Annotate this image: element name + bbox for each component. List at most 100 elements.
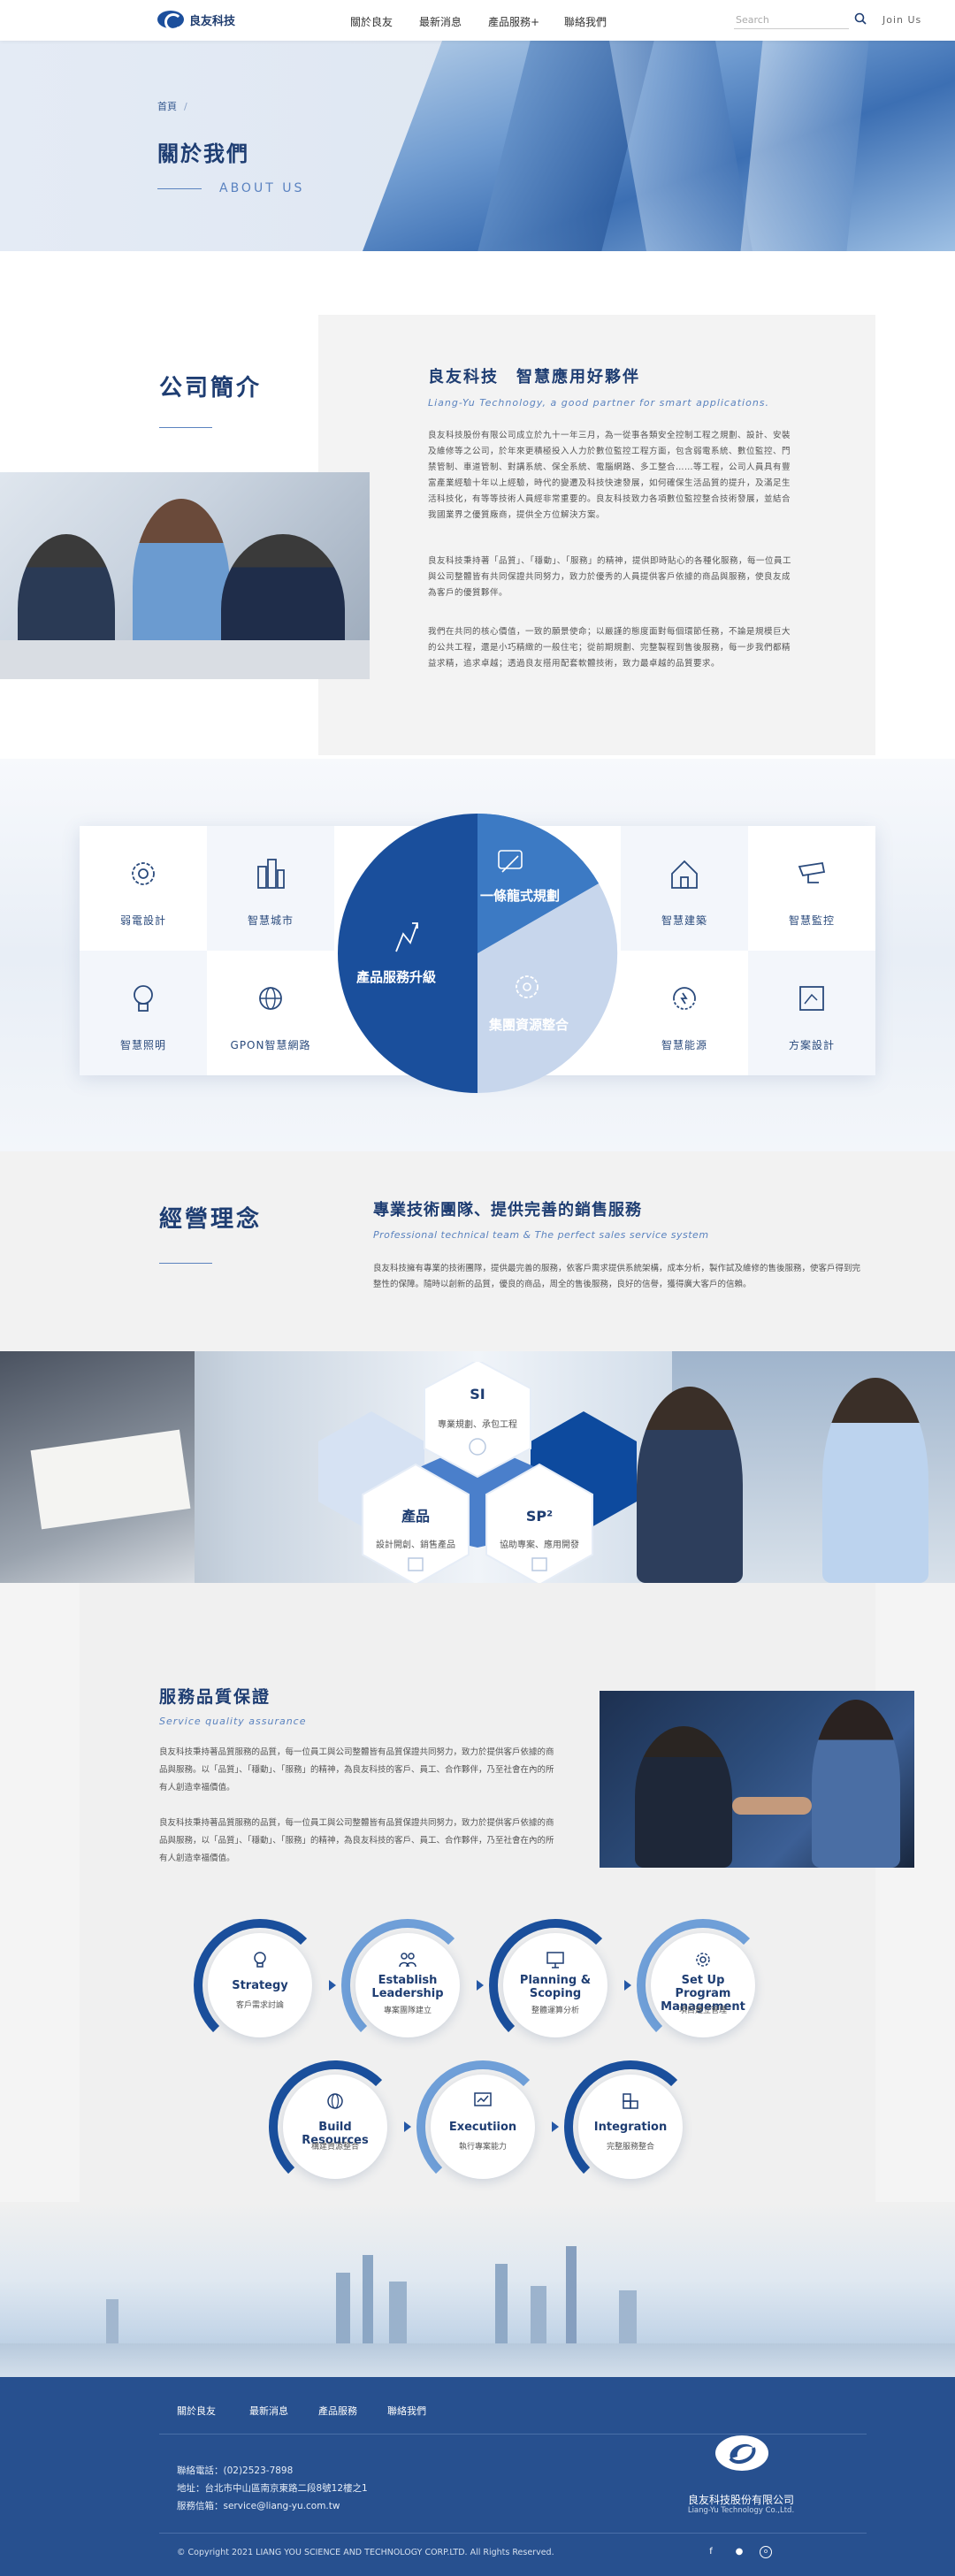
hex-product-title: 產品 (401, 1508, 430, 1525)
smart-house-icon (671, 860, 698, 889)
hex-si-title: SI (470, 1386, 485, 1403)
philosophy-section (0, 1151, 955, 1351)
chart-board-icon (474, 2092, 492, 2106)
brand-mark-icon (157, 11, 184, 31)
quality-paragraph-1: 良友科技秉持著品質服務的品質，每一位員工與公司整體皆有品質保證共同努力，致力於提… (159, 1747, 554, 1792)
step-title: Planning & Scoping (519, 1974, 592, 2000)
hex-si-text: 專業規劃、承包工程 (438, 1418, 517, 1430)
pie-label-upgrade: 產品服務升級 (355, 969, 436, 985)
step-subtitle: 完整服務整合 (606, 2143, 654, 2152)
search-icon[interactable] (854, 12, 867, 25)
gear-icon (696, 1953, 710, 1967)
pie-slice-upgrade[interactable] (338, 814, 478, 1093)
facebook-icon[interactable]: f (703, 2544, 719, 2560)
step-title: Integration (593, 2121, 668, 2134)
lightbulb-icon (254, 1952, 266, 1968)
step-title: Strategy (232, 1979, 288, 1992)
philosophy-title: 專業技術團隊、提供完善的銷售服務 (373, 1201, 642, 1219)
service-smart-lighting[interactable]: 智慧照明 (80, 951, 207, 1075)
brand-logo[interactable]: 良友科技 (157, 11, 235, 31)
service-solution-design[interactable]: 方案設計 (748, 951, 875, 1075)
search-input[interactable]: Search (734, 11, 849, 29)
blueprint-icon (799, 986, 824, 1011)
instagram-icon[interactable]: o (760, 2546, 772, 2558)
service-label: 智慧建築 (661, 914, 707, 927)
footer-logo-icon (715, 2435, 768, 2471)
arrow-right-icon (404, 2121, 411, 2132)
step-subtitle: 項目建立管理 (678, 2007, 727, 2015)
nav-news[interactable]: 最新消息 (419, 14, 462, 29)
city-buildings-icon (257, 859, 285, 889)
light-bulb-icon (134, 985, 153, 1012)
gear-circuit-icon (132, 862, 155, 885)
service-smart-city[interactable]: 智慧城市 (207, 826, 334, 951)
site-footer (0, 2377, 955, 2576)
footer-company-en: Liang-Yu Technology Co.,Ltd. (687, 2506, 795, 2515)
step-title: Establish Leadership (371, 1974, 444, 2000)
arrow-right-icon (552, 2121, 559, 2132)
arrow-right-icon (624, 1980, 631, 1991)
page-title: 關於我們 (157, 141, 249, 166)
quality-paragraph-2: 良友科技秉持著品質服務的品質，每一位員工與公司整體皆有品質保證共同努力，致力於提… (159, 1818, 554, 1863)
footer-nav-about[interactable]: 關於良友 (177, 2404, 216, 2418)
step-establish-leadership[interactable]: Establish Leadership 專案團隊建立 (341, 1919, 474, 2052)
service-label: 方案設計 (788, 1039, 835, 1051)
intro-divider (159, 427, 212, 428)
step-subtitle: 專案團隊建立 (383, 2007, 432, 2015)
arrow-right-icon (477, 1980, 484, 1991)
footer-nav-news[interactable]: 最新消息 (249, 2404, 288, 2418)
service-label: 智慧城市 (247, 914, 294, 927)
step-strategy[interactable]: Strategy 客戶需求討論 (194, 1919, 326, 2052)
handshake-photo (600, 1691, 914, 1868)
step-execution[interactable]: Executiion 執行專案能力 (416, 2060, 549, 2193)
globe-network-icon (259, 987, 282, 1010)
footer-address: 地址：台北市中山區南京東路二段8號12樓之1 (177, 2483, 368, 2494)
title-divider (157, 188, 202, 189)
philosophy-divider (159, 1263, 212, 1264)
hero-banner (0, 41, 955, 251)
cctv-camera-icon (798, 861, 826, 883)
footer-nav-contact[interactable]: 聯絡我們 (387, 2404, 426, 2418)
intro-paragraph-1: 良友科技股份有限公司成立於九十一年三月，為一從事各類安全控制工程之規劃、設計、安… (428, 431, 791, 520)
team-icon (399, 1953, 416, 1968)
nav-about[interactable]: 關於良友 (350, 14, 393, 29)
footer-nav-products[interactable]: 產品服務 (318, 2404, 357, 2418)
step-integration[interactable]: Integration 完整服務整合 (564, 2060, 697, 2193)
nav-products[interactable]: 產品服務+ (488, 14, 539, 29)
breadcrumb-home[interactable]: 首頁 (157, 101, 177, 112)
service-label: 弱電設計 (119, 914, 166, 927)
page-subtitle: ABOUT US (219, 181, 305, 195)
step-planning-scoping[interactable]: Planning & Scoping 整體運算分析 (489, 1919, 622, 2052)
service-label: GPON智慧網路 (230, 1039, 311, 1051)
line-chat-icon[interactable]: ● (731, 2544, 747, 2560)
energy-cycle-icon (673, 987, 696, 1010)
service-smart-surveillance[interactable]: 智慧監控 (748, 826, 875, 951)
hero-building-image (363, 41, 955, 251)
quality-heading: 服務品質保證 (159, 1687, 271, 1707)
intro-title: 良友科技 智慧應用好夥伴 (428, 368, 640, 386)
pie-label-integration: 集團資源整合 (488, 1017, 569, 1033)
service-smart-energy[interactable]: 智慧能源 (621, 951, 748, 1075)
service-smart-building[interactable]: 智慧建築 (621, 826, 748, 951)
philosophy-heading: 經營理念 (159, 1206, 263, 1233)
service-label: 智慧能源 (661, 1039, 707, 1051)
footer-divider-bottom (159, 2533, 867, 2534)
pie-label-planning: 一條龍式規劃 (480, 888, 560, 904)
philosophy-text: 良友科技擁有專業的技術團隊，提供最完善的服務，依客戶需求提供系統架構，成本分析，… (373, 1264, 861, 1289)
step-build-resources[interactable]: Build Resources 構建資源整合 (269, 2060, 401, 2193)
breadcrumb-separator: / (184, 101, 187, 112)
step-subtitle: 執行專案能力 (458, 2143, 507, 2152)
service-gpon-network[interactable]: GPON智慧網路 (207, 951, 334, 1075)
nav-contact[interactable]: 聯絡我們 (564, 14, 607, 29)
step-subtitle: 客戶需求討論 (235, 2001, 284, 2010)
service-weak-current[interactable]: 弱電設計 (80, 826, 207, 951)
presentation-icon (546, 1952, 564, 1968)
service-pie-diagram: 一條龍式規劃 產品服務升級 集團資源整合 (338, 813, 618, 1094)
join-us-link[interactable]: Join Us (882, 14, 921, 26)
footer-phone: 聯絡電話：(02)2523-7898 (177, 2465, 294, 2476)
footer-email[interactable]: 服務信箱：service@liang-yu.com.tw (177, 2499, 340, 2512)
hex-sp2-title: SP² (526, 1508, 553, 1525)
step-program-management[interactable]: Set Up Program Management 項目建立管理 (637, 1919, 769, 2052)
intro-paragraph-2: 良友科技秉持著「品質」、「穩動」、「服務」的精神，提供即時貼心的各種化服務，每一… (428, 556, 792, 598)
team-photo (0, 472, 370, 679)
